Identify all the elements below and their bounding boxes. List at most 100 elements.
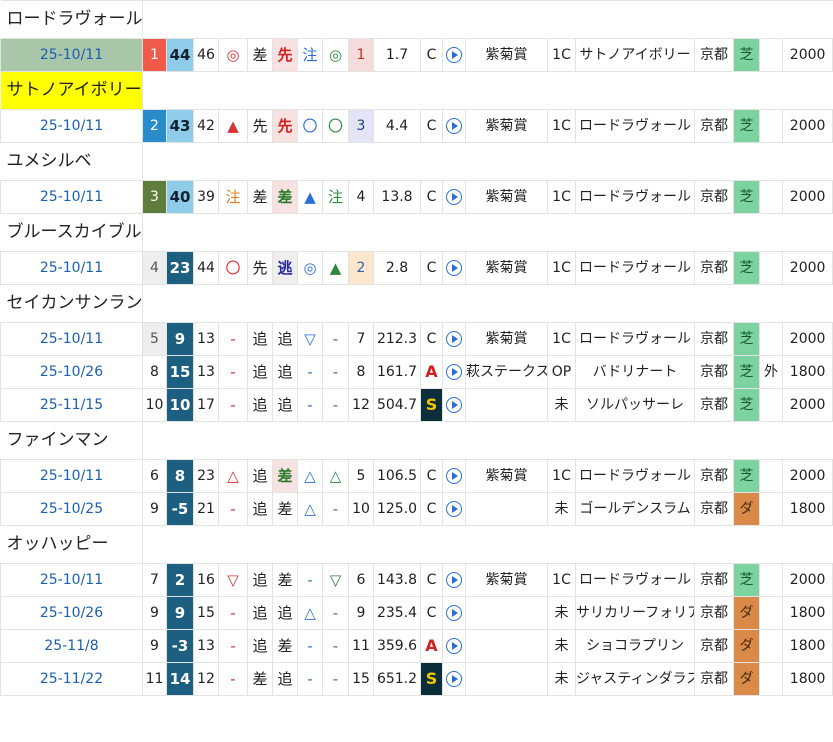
- horse-name[interactable]: ロードラヴォール: [0, 0, 143, 39]
- winner-name[interactable]: ロードラヴォール: [575, 563, 695, 597]
- play-circle-icon[interactable]: [446, 638, 462, 654]
- race-date-link[interactable]: 25-10/26: [0, 596, 143, 630]
- speed-score: 44: [166, 38, 194, 72]
- horse-header-spacer: [141, 0, 833, 39]
- play-circle-icon[interactable]: [446, 118, 462, 134]
- course-side: 外: [759, 355, 783, 389]
- winner-name[interactable]: サトノアイボリー: [575, 38, 695, 72]
- play-circle-icon[interactable]: [446, 331, 462, 347]
- distance: 2000: [781, 38, 833, 72]
- play-cell[interactable]: [442, 180, 466, 214]
- winner-name[interactable]: ソルパッサーレ: [575, 388, 695, 422]
- finish-rank: 1: [142, 38, 167, 72]
- play-cell[interactable]: [442, 109, 466, 143]
- track-surface: 芝: [733, 355, 760, 389]
- track-surface: 芝: [733, 322, 760, 356]
- play-circle-icon[interactable]: [446, 364, 462, 380]
- race-name[interactable]: 紫菊賞: [465, 38, 548, 72]
- venue: 京都: [694, 322, 734, 356]
- play-cell[interactable]: [442, 596, 466, 630]
- winner-name[interactable]: ロードラヴォール: [575, 322, 695, 356]
- play-cell[interactable]: [442, 38, 466, 72]
- race-date-link[interactable]: 25-10/26: [0, 355, 143, 389]
- running-style-1: 追: [247, 355, 273, 389]
- play-circle-icon[interactable]: [446, 47, 462, 63]
- venue: 京都: [694, 355, 734, 389]
- race-class: 未: [547, 492, 576, 526]
- race-date-link[interactable]: 25-10/11: [0, 251, 143, 285]
- race-name[interactable]: [465, 662, 548, 696]
- play-cell[interactable]: [442, 459, 466, 493]
- race-date-link[interactable]: 25-10/11: [0, 563, 143, 597]
- course-side: [759, 629, 783, 663]
- play-circle-icon[interactable]: [446, 671, 462, 687]
- race-date-link[interactable]: 25-10/11: [0, 180, 143, 214]
- speed-score: 14: [166, 662, 194, 696]
- horse-name[interactable]: ブルースカイブルー: [0, 213, 143, 252]
- play-cell[interactable]: [442, 251, 466, 285]
- play-circle-icon[interactable]: [446, 501, 462, 517]
- race-date-link[interactable]: 25-10/11: [0, 38, 143, 72]
- winner-name[interactable]: サリカリーフォリア: [575, 596, 695, 630]
- play-circle-icon[interactable]: [446, 397, 462, 413]
- race-row: 25-10/11 5 9 13- 追追 ▽ -7 212.3 C 紫菊賞 1C ロードラヴォール 京都芝…: [0, 322, 833, 356]
- winner-name[interactable]: ロードラヴォール: [575, 459, 695, 493]
- play-cell[interactable]: [442, 492, 466, 526]
- race-name[interactable]: 紫菊賞: [465, 459, 548, 493]
- horse-name[interactable]: サトノアイボリー: [0, 71, 143, 110]
- play-cell[interactable]: [442, 355, 466, 389]
- mark-3: ◎: [322, 38, 349, 72]
- race-name[interactable]: 紫菊賞: [465, 563, 548, 597]
- play-circle-icon[interactable]: [446, 260, 462, 276]
- rating-value: 46: [193, 38, 219, 72]
- race-name[interactable]: [465, 629, 548, 663]
- horse-name[interactable]: オッハッピー: [0, 525, 143, 564]
- race-name[interactable]: 紫菊賞: [465, 180, 548, 214]
- race-name[interactable]: 萩ステークス: [465, 355, 548, 389]
- venue: 京都: [694, 109, 734, 143]
- winner-name[interactable]: バドリナート: [575, 355, 695, 389]
- track-surface: 芝: [733, 459, 760, 493]
- race-date-link[interactable]: 25-10/25: [0, 492, 143, 526]
- race-history-table: ロードラヴォール 25-10/11 1 44 46 ◎ 差先注 ◎ 1 1.7 C 紫菊賞 1C サトノア…: [0, 0, 833, 696]
- race-date-link[interactable]: 25-11/15: [0, 388, 143, 422]
- winner-name[interactable]: ゴールデンスラム: [575, 492, 695, 526]
- race-date-link[interactable]: 25-10/11: [0, 322, 143, 356]
- race-date-link[interactable]: 25-10/11: [0, 459, 143, 493]
- horse-name[interactable]: セイカンサンラン: [0, 284, 143, 323]
- horse-name[interactable]: ユメシルベ: [0, 142, 143, 181]
- race-name[interactable]: [465, 596, 548, 630]
- race-name[interactable]: [465, 388, 548, 422]
- winner-name[interactable]: ロードラヴォール: [575, 251, 695, 285]
- grade-badge: C: [420, 322, 443, 356]
- race-name[interactable]: 紫菊賞: [465, 109, 548, 143]
- race-row: 25-10/11 3 40 39 注差差 ▲ 注 4 13.8 C 紫菊賞 1C ロードラヴォール 京都芝…: [0, 180, 833, 214]
- play-cell[interactable]: [442, 388, 466, 422]
- venue: 京都: [694, 563, 734, 597]
- popularity: 10: [348, 492, 374, 526]
- play-cell[interactable]: [442, 662, 466, 696]
- play-cell[interactable]: [442, 563, 466, 597]
- winner-name[interactable]: ジャスティンダラス: [575, 662, 695, 696]
- play-cell[interactable]: [442, 629, 466, 663]
- play-circle-icon[interactable]: [446, 189, 462, 205]
- play-circle-icon[interactable]: [446, 605, 462, 621]
- race-name[interactable]: 紫菊賞: [465, 251, 548, 285]
- distance: 2000: [781, 180, 833, 214]
- race-date-link[interactable]: 25-10/11: [0, 109, 143, 143]
- horse-name[interactable]: ファインマン: [0, 421, 143, 460]
- winner-name[interactable]: ロードラヴォール: [575, 180, 695, 214]
- play-circle-icon[interactable]: [446, 468, 462, 484]
- winner-name[interactable]: ショコラプリン: [575, 629, 695, 663]
- popularity: 7: [348, 322, 374, 356]
- race-name[interactable]: 紫菊賞: [465, 322, 548, 356]
- race-class: 1C: [547, 180, 576, 214]
- play-circle-icon[interactable]: [446, 572, 462, 588]
- mark-2: △: [297, 596, 323, 630]
- race-date-link[interactable]: 25-11/22: [0, 662, 143, 696]
- race-date-link[interactable]: 25-11/8: [0, 629, 143, 663]
- winner-name[interactable]: ロードラヴォール: [575, 109, 695, 143]
- race-name[interactable]: [465, 492, 548, 526]
- play-cell[interactable]: [442, 322, 466, 356]
- venue: 京都: [694, 388, 734, 422]
